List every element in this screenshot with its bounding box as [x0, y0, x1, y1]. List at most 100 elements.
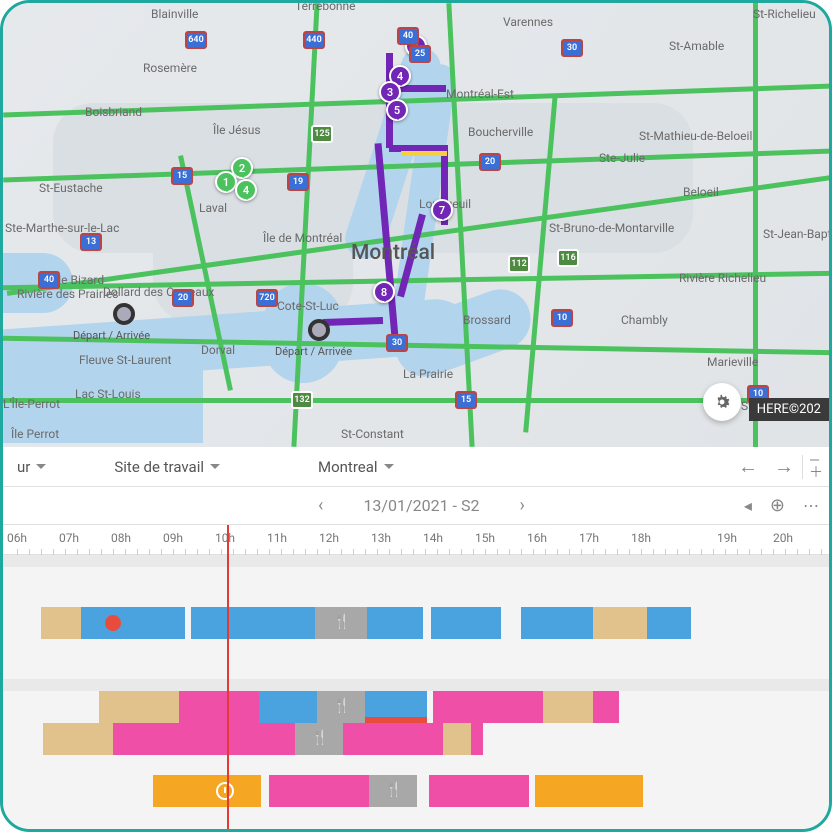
- filter-label: Montreal: [318, 458, 378, 476]
- timeline-segment[interactable]: [431, 607, 501, 639]
- city-label: St-Richelieu: [753, 7, 816, 21]
- hour-label: 20h: [773, 531, 793, 545]
- route-pin[interactable]: 1: [215, 171, 237, 193]
- timeline-segment[interactable]: [43, 723, 113, 755]
- timeline-segment[interactable]: 🍴: [317, 691, 365, 723]
- depot-marker[interactable]: [308, 319, 330, 341]
- route-pin[interactable]: 7: [431, 199, 453, 221]
- city-label: Dollard des Ormeaux: [103, 285, 214, 299]
- nav-back-button[interactable]: ←: [730, 454, 766, 479]
- filter-dropdown-1[interactable]: ur: [3, 458, 60, 476]
- city-label: Varennes: [503, 15, 553, 29]
- timeline-segment[interactable]: [41, 607, 81, 639]
- meal-icon: 🍴: [333, 698, 350, 714]
- timeline-segment[interactable]: [269, 775, 369, 807]
- timeline-segment[interactable]: [433, 691, 543, 723]
- filter-city[interactable]: Montreal: [304, 458, 408, 476]
- highway-shield: 15: [171, 167, 193, 185]
- highway-shield: 40: [38, 271, 60, 289]
- timeline-segment[interactable]: [535, 775, 643, 807]
- timeline-row[interactable]: 🍴: [3, 775, 829, 807]
- city-label: Blainville: [151, 7, 198, 21]
- timeline-segment[interactable]: [647, 607, 691, 639]
- highway-shield: 125: [311, 125, 333, 143]
- prev-day-button[interactable]: ‹: [318, 495, 323, 516]
- timeline-segment[interactable]: [113, 723, 295, 755]
- city-label: Île Bizard: [55, 273, 104, 287]
- city-label: Rivière Richelieu: [679, 271, 766, 285]
- timeline-row[interactable]: 🍴: [3, 723, 829, 755]
- highway-shield: 19: [287, 173, 309, 191]
- scroll-left-button[interactable]: ◂: [744, 496, 752, 515]
- timeline-segment[interactable]: [471, 723, 483, 755]
- hour-label: 08h: [111, 531, 131, 545]
- city-label: St-Mathieu-de-Beloeil: [639, 129, 752, 143]
- map-settings-button[interactable]: [703, 383, 741, 421]
- current-date: 13/01/2021 - S2: [363, 496, 479, 515]
- zoom-in-button[interactable]: ⊕: [770, 495, 785, 516]
- timeline-segment[interactable]: [191, 607, 315, 639]
- filter-worksite[interactable]: Site de travail: [100, 458, 234, 476]
- city-label: Marieville: [707, 355, 758, 369]
- highway-shield: 112: [508, 255, 530, 273]
- city-label: St-Amable: [669, 39, 724, 53]
- city-label: Lac St-Louis: [75, 387, 141, 401]
- timeline-segment[interactable]: [521, 607, 593, 639]
- city-label: Île Perrot: [11, 427, 59, 441]
- timeline-ruler: 06h07h08h09h10h11h12h13h14h15h16h17h18h1…: [3, 525, 829, 555]
- timeline-segment[interactable]: [99, 691, 179, 723]
- timeline-row[interactable]: 🍴: [3, 607, 829, 639]
- timeline-segment[interactable]: [543, 691, 593, 723]
- hour-label: 19h: [717, 531, 737, 545]
- timeline-segment[interactable]: 🍴: [295, 723, 343, 755]
- map-view[interactable]: TerrebonneBlainvilleVarennesSt-AmableRos…: [3, 3, 829, 447]
- zoom-controls[interactable]: —＋: [803, 456, 829, 478]
- timeline-segment[interactable]: [593, 607, 647, 639]
- chevron-down-icon: [210, 464, 220, 474]
- timeline-segment[interactable]: [259, 691, 317, 723]
- timeline-row[interactable]: 🍴: [3, 691, 829, 723]
- hour-label: 11h: [267, 531, 287, 545]
- timeline-segment[interactable]: 🍴: [369, 775, 417, 807]
- timeline-segment[interactable]: [443, 723, 471, 755]
- timeline-segment[interactable]: [593, 691, 619, 723]
- depot-marker[interactable]: [113, 303, 135, 325]
- gear-icon: [712, 392, 732, 412]
- filter-label: ur: [17, 458, 30, 476]
- timeline-segment[interactable]: [81, 607, 185, 639]
- city-label: Cote-St-Luc: [277, 299, 339, 313]
- map-attribution: HERE©202: [749, 398, 829, 421]
- timeline-segment[interactable]: [429, 775, 529, 807]
- city-label: Boisbriand: [85, 105, 142, 119]
- city-label: La Prairie: [403, 367, 453, 381]
- more-button[interactable]: ⋯: [803, 496, 819, 515]
- timeline-segment[interactable]: [343, 723, 443, 755]
- next-day-button[interactable]: ›: [519, 495, 524, 516]
- city-main: Montréal: [351, 241, 435, 265]
- highway-shield: 40: [397, 27, 419, 45]
- highway-shield: 20: [172, 289, 194, 307]
- depot-label: Départ / Arrivée: [73, 329, 150, 342]
- route-pin[interactable]: 5: [386, 99, 408, 121]
- hour-label: 07h: [59, 531, 79, 545]
- timeline-segment[interactable]: 🍴: [315, 607, 367, 639]
- timeline-segment[interactable]: [153, 775, 261, 807]
- chevron-down-icon: [384, 464, 394, 474]
- status-dot: [105, 615, 121, 631]
- timeline-segment[interactable]: [179, 691, 259, 723]
- highway-shield: 720: [256, 289, 278, 307]
- route-pin[interactable]: 8: [373, 281, 395, 303]
- city-label: Montréal-Est: [446, 87, 514, 101]
- city-label: Terrebonne: [295, 3, 356, 13]
- city-label: Laval: [199, 201, 227, 215]
- date-toolbar: ‹ 13/01/2021 - S2 › ◂ ⊕ ⋯: [3, 487, 829, 525]
- nav-forward-button[interactable]: →: [766, 454, 802, 479]
- highway-shield: 440: [303, 31, 325, 49]
- hour-label: 12h: [319, 531, 339, 545]
- meal-icon: 🍴: [311, 730, 328, 746]
- meal-icon: 🍴: [333, 614, 350, 630]
- route-pin[interactable]: 4: [235, 179, 257, 201]
- highway-shield: 15: [455, 391, 477, 409]
- filter-label: Site de travail: [114, 458, 204, 476]
- timeline-segment[interactable]: [367, 607, 423, 639]
